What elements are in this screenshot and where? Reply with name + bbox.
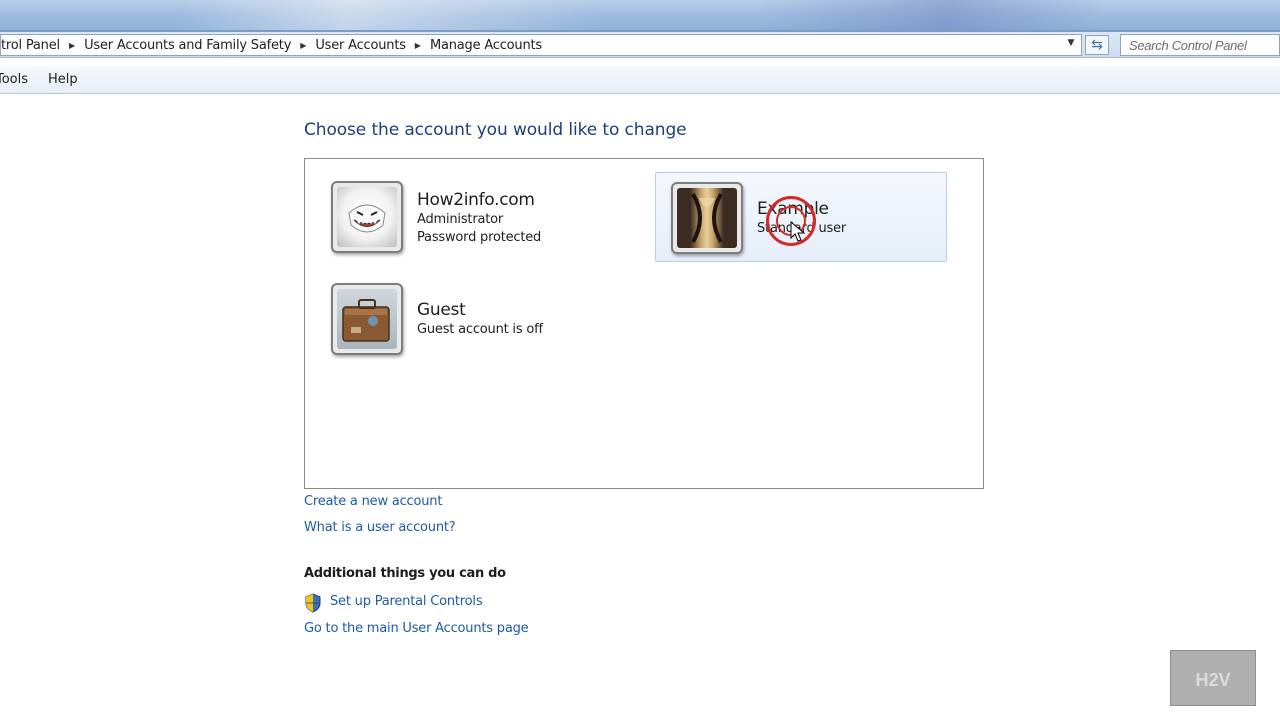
address-dropdown-icon[interactable]: ▼: [1062, 34, 1080, 52]
menu-tools[interactable]: Tools: [0, 72, 28, 87]
account-name: How2info.com: [417, 190, 535, 210]
ghost-face-icon: [348, 204, 386, 233]
ghost-avatar-image: [337, 187, 397, 247]
hourglass-avatar-image: [677, 188, 737, 248]
suitcase-avatar-image: [337, 289, 397, 349]
breadcrumb-user-accounts[interactable]: User Accounts: [315, 38, 406, 53]
title-bar-shade: [760, 0, 1100, 32]
suitcase-shape-icon: [342, 299, 390, 342]
hourglass-shape-icon: [691, 192, 723, 244]
breadcrumb-control-panel[interactable]: trol Panel: [1, 38, 60, 53]
account-tile-guest[interactable]: Guest Guest account is off: [305, 261, 597, 355]
menu-help[interactable]: Help: [48, 72, 78, 87]
account-status: Password protected: [417, 230, 542, 245]
mouse-cursor-icon: [790, 221, 806, 242]
main-user-accounts-link[interactable]: Go to the main User Accounts page: [304, 621, 529, 636]
shield-icon: [305, 593, 321, 613]
create-account-link[interactable]: Create a new account: [304, 494, 442, 509]
refresh-icon[interactable]: ⇆: [1085, 35, 1109, 55]
watermark-logo: H2V: [1170, 650, 1256, 706]
accounts-list: How2info.com Administrator Password prot…: [304, 158, 984, 489]
suitcase-avatar-icon: [331, 283, 403, 355]
ghost-avatar-icon: [331, 181, 403, 253]
account-tile-how2info[interactable]: How2info.com Administrator Password prot…: [305, 159, 597, 253]
account-name: Guest: [417, 300, 466, 320]
breadcrumb-separator-icon[interactable]: ▶: [69, 41, 75, 50]
title-bar-glint: [180, 0, 600, 32]
address-bar[interactable]: trol Panel ▶ User Accounts and Family Sa…: [0, 34, 1082, 56]
breadcrumb-manage-accounts[interactable]: Manage Accounts: [430, 38, 542, 53]
navigation-bar: trol Panel ▶ User Accounts and Family Sa…: [0, 32, 1280, 58]
page-title: Choose the account you would like to cha…: [304, 120, 687, 140]
additional-things-heading: Additional things you can do: [304, 566, 506, 581]
account-type: Administrator: [417, 212, 504, 227]
search-input[interactable]: [1120, 34, 1280, 56]
menu-bar: Tools Help: [0, 66, 1280, 94]
what-is-user-account-link[interactable]: What is a user account?: [304, 520, 456, 535]
parental-controls-link[interactable]: Set up Parental Controls: [330, 594, 483, 609]
breadcrumb-separator-icon[interactable]: ▶: [415, 41, 421, 50]
breadcrumb-separator-icon[interactable]: ▶: [300, 41, 306, 50]
breadcrumb-user-accounts-family-safety[interactable]: User Accounts and Family Safety: [84, 38, 291, 53]
account-status: Guest account is off: [417, 322, 543, 337]
window-title-bar: [0, 0, 1280, 32]
hourglass-avatar-icon: [671, 182, 743, 254]
